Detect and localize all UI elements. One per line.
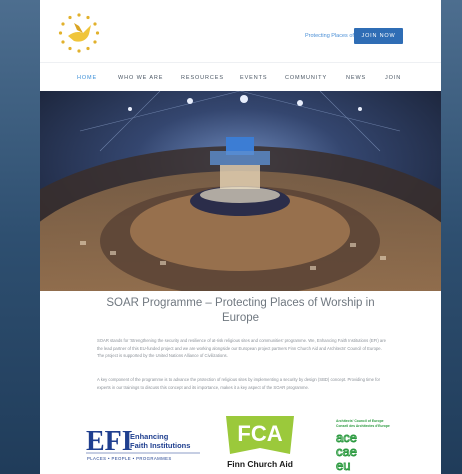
efi-tagline: PLACES • PEOPLE • PROGRAMMES: [87, 456, 172, 461]
efi-mark: EFI: [86, 426, 133, 457]
nav-item-resources[interactable]: RESOURCES: [181, 75, 224, 81]
efi-partner-logo[interactable]: EFI Enhancing Faith Institutions PLACES …: [84, 420, 202, 464]
left-background-strip: [0, 0, 40, 474]
right-background-strip: [441, 0, 462, 474]
site-header: Protecting Places of Worship JOIN NOW: [40, 0, 441, 62]
fca-mark: FCA: [237, 421, 282, 446]
join-now-button[interactable]: JOIN NOW: [354, 28, 403, 44]
nav-item-news[interactable]: NEWS: [346, 75, 366, 81]
page-title-line-1: SOAR Programme – Protecting Places of Wo…: [106, 297, 375, 309]
ace-line-1: Architects' Council of Europe: [336, 419, 384, 423]
nav-item-home[interactable]: HOME: [77, 75, 97, 81]
page-title: SOAR Programme – Protecting Places of Wo…: [60, 296, 421, 326]
ace-mark-3: eu: [336, 458, 350, 472]
ace-mark-1: ace: [336, 430, 357, 445]
ace-mark-2: cae: [336, 444, 357, 459]
fca-name: Finn Church Aid: [227, 459, 293, 469]
page: Protecting Places of Worship JOIN NOW HO…: [40, 0, 441, 474]
intro-paragraph: SOAR stands for 'Strengthening the secur…: [97, 338, 386, 359]
nav-item-who-we-are[interactable]: WHO WE ARE: [118, 75, 163, 81]
nav-item-events[interactable]: EVENTS: [240, 75, 267, 81]
main-navigation: HOME WHO WE ARE RESOURCES EVENTS COMMUNI…: [40, 62, 441, 91]
efi-line-2: Faith Institutions: [130, 441, 190, 450]
dove-stars-logo[interactable]: [54, 9, 104, 59]
nav-item-join[interactable]: JOIN: [385, 75, 401, 81]
hero-arena-image: [40, 91, 441, 291]
ace-line-2: Conseil des Architectes d'Europe: [336, 424, 390, 428]
ace-partner-logo[interactable]: Architects' Council of Europe Conseil de…: [332, 416, 410, 472]
efi-line-1: Enhancing: [130, 432, 169, 441]
sbd-paragraph: A key component of the programme is to a…: [97, 377, 381, 390]
page-title-line-2: Europe: [221, 312, 260, 324]
nav-item-community[interactable]: COMMUNITY: [285, 75, 327, 81]
fca-partner-logo[interactable]: FCA Finn Church Aid: [220, 414, 300, 472]
